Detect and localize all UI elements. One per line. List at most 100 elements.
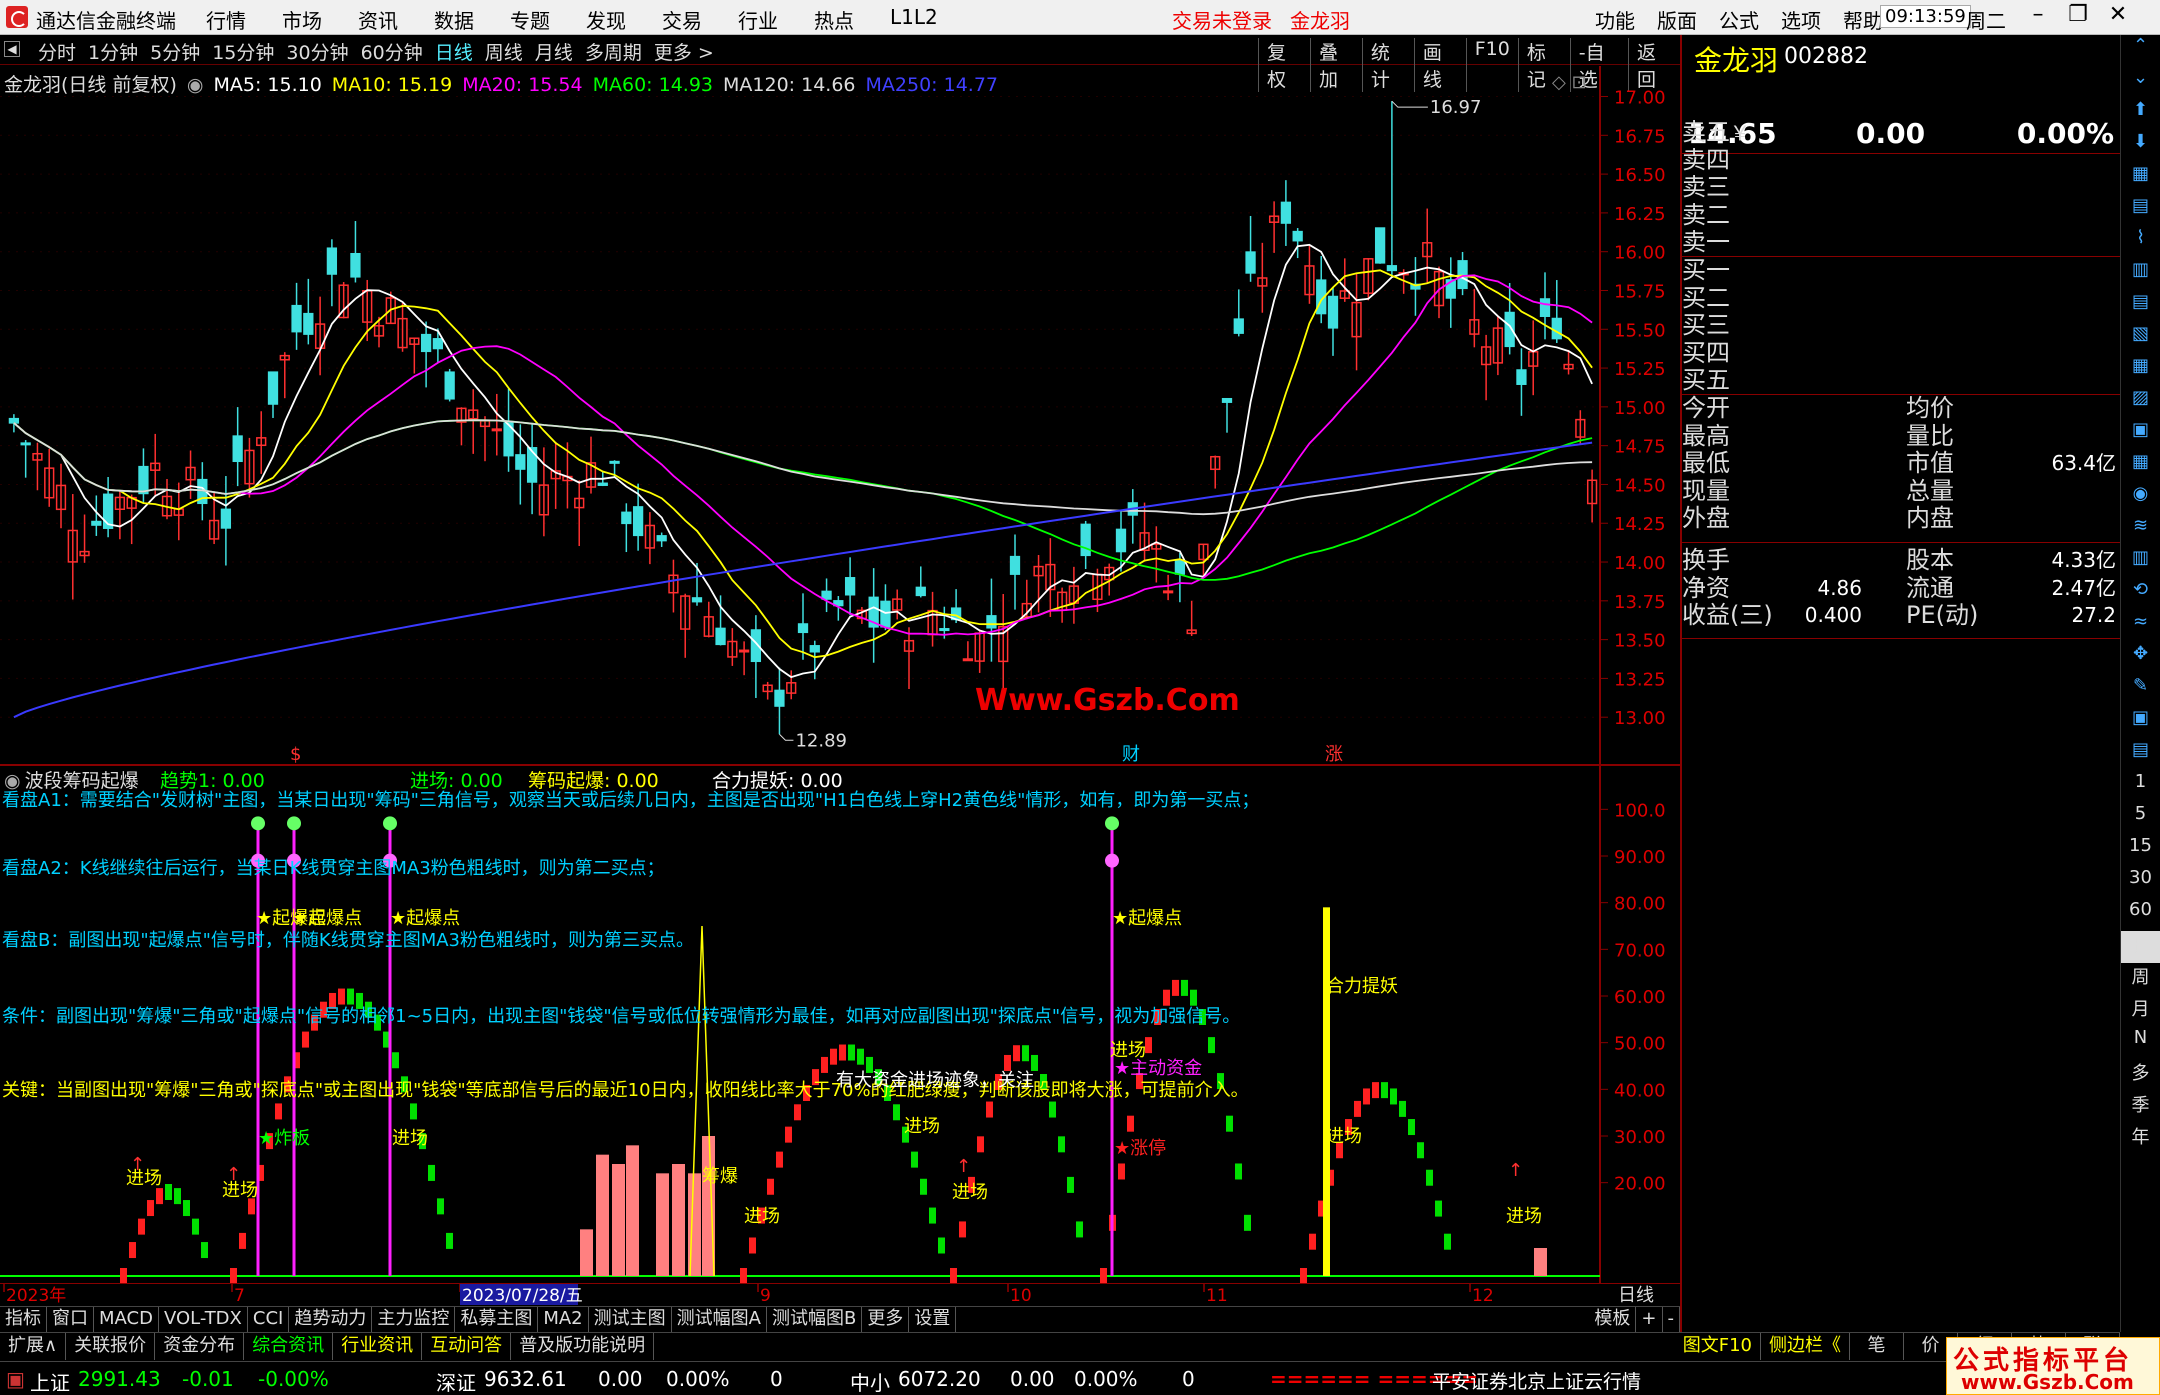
extend-tab-2[interactable]: 资金分布 bbox=[155, 1333, 245, 1360]
extend-tab-0[interactable]: 扩展∧ bbox=[0, 1333, 67, 1360]
event-marker[interactable]: $ bbox=[290, 744, 301, 765]
kline-svg[interactable]: 17.00 16.75 16.50 16.25 16.00 15.75 15.50 15.25… bbox=[0, 66, 1680, 765]
period-tab-1[interactable]: 1分钟 bbox=[88, 38, 138, 65]
side-tab-1[interactable]: 侧边栏《 bbox=[1761, 1333, 1850, 1360]
menu-item-8[interactable]: 热点 bbox=[814, 5, 854, 34]
side-tool-icon-17[interactable]: ⟲ bbox=[2121, 579, 2160, 611]
buy-level-3[interactable]: 买四 bbox=[1682, 339, 2120, 368]
event-marker[interactable]: 财 bbox=[1122, 744, 1140, 765]
side-period-6[interactable]: 周 bbox=[2121, 963, 2160, 995]
side-period-8[interactable]: N bbox=[2121, 1027, 2160, 1059]
indicator-settings-icon[interactable]: ◉ bbox=[4, 770, 21, 792]
menu-item-3[interactable]: 数据 bbox=[434, 5, 474, 34]
side-tool-icon-12[interactable]: ▣ bbox=[2121, 419, 2160, 451]
side-tool-icon-3[interactable]: ⬇ bbox=[2121, 131, 2160, 163]
close-icon[interactable]: ✕ bbox=[2098, 2, 2138, 27]
indicator-tab-0[interactable]: 指标 bbox=[0, 1307, 47, 1332]
menu-item-7[interactable]: 行业 bbox=[738, 5, 778, 34]
indicator-tab-2[interactable]: MACD bbox=[94, 1307, 159, 1332]
buy-level-2[interactable]: 买三 bbox=[1682, 311, 2120, 340]
indicator-tab-6[interactable]: 主力监控 bbox=[372, 1307, 456, 1332]
side-period-1[interactable]: 5 bbox=[2121, 803, 2160, 835]
indicator-svg[interactable]: 100.0 90.00 80.00 70.00 60.00 50.00 40.00 30.00… bbox=[0, 766, 1680, 1284]
menu-item-2[interactable]: 资讯 bbox=[358, 5, 398, 34]
menu-item-4[interactable]: 专题 bbox=[510, 5, 550, 34]
side-period-7[interactable]: 月 bbox=[2121, 995, 2160, 1027]
menu-item-6[interactable]: 交易 bbox=[662, 5, 702, 34]
side-tool-icon-16[interactable]: ▥ bbox=[2121, 547, 2160, 579]
event-marker[interactable]: 涨 bbox=[1325, 744, 1343, 765]
period-tab-3[interactable]: 15分钟 bbox=[212, 38, 274, 65]
right-menu-item-0[interactable]: 功能 bbox=[1595, 5, 1635, 34]
side-period-9[interactable]: 多 bbox=[2121, 1059, 2160, 1091]
template-ctrl-1[interactable]: + bbox=[1636, 1307, 1663, 1332]
pane-options-icon[interactable]: ◇ ⊡ bbox=[1552, 72, 1587, 93]
side-tool-icon-11[interactable]: ▨ bbox=[2121, 387, 2160, 419]
main-chart-name[interactable]: 金龙羽(日线 前复权) bbox=[4, 74, 177, 96]
period-tab-9[interactable]: 多周期 bbox=[585, 38, 642, 65]
side-period-5[interactable]: 日 bbox=[2121, 931, 2160, 963]
extend-tab-6[interactable]: 普及版功能说明 bbox=[511, 1333, 655, 1360]
menu-item-9[interactable]: L1L2 bbox=[890, 5, 938, 34]
ma-settings-icon[interactable]: ◉ bbox=[187, 74, 204, 96]
side-period-0[interactable]: 1 bbox=[2121, 771, 2160, 803]
extend-tab-5[interactable]: 互动问答 bbox=[422, 1333, 512, 1360]
sh-name[interactable]: 上证 bbox=[30, 1367, 70, 1395]
side-tool-icon-15[interactable]: ≋ bbox=[2121, 515, 2160, 547]
indicator-tab-5[interactable]: 趋势动力 bbox=[289, 1307, 373, 1332]
side-period-3[interactable]: 30 bbox=[2121, 867, 2160, 899]
side-tool-icon-10[interactable]: ▦ bbox=[2121, 355, 2160, 387]
extend-tab-3[interactable]: 综合资讯 bbox=[244, 1333, 334, 1360]
sell-level-3[interactable]: 卖二 bbox=[1682, 201, 2120, 230]
period-tab-10[interactable]: 更多 > bbox=[654, 38, 714, 65]
sell-level-2[interactable]: 卖三 bbox=[1682, 173, 2120, 202]
buy-level-0[interactable]: 买一 bbox=[1682, 256, 2120, 285]
period-tab-5[interactable]: 60分钟 bbox=[361, 38, 423, 65]
period-tab-0[interactable]: 分时 bbox=[38, 38, 76, 65]
indicator-tab-10[interactable]: 测试幅图A bbox=[672, 1307, 767, 1332]
side-tool-icon-20[interactable]: ✎ bbox=[2121, 675, 2160, 707]
side-tool-icon-1[interactable]: ⌄ bbox=[2121, 67, 2160, 99]
indicator-chart[interactable]: 100.0 90.00 80.00 70.00 60.00 50.00 40.00 30.00… bbox=[0, 766, 1680, 1284]
template-ctrl-2[interactable]: - bbox=[1663, 1307, 1680, 1332]
side-tool-icon-18[interactable]: ≈ bbox=[2121, 611, 2160, 643]
side-tool-icon-5[interactable]: ▤ bbox=[2121, 195, 2160, 227]
side-tool-icon-22[interactable]: ▤ bbox=[2121, 739, 2160, 771]
sell-level-0[interactable]: 卖五￥ bbox=[1682, 118, 2120, 147]
right-menu-item-1[interactable]: 版面 bbox=[1657, 5, 1697, 34]
side-tool-icon-0[interactable]: ⌃ bbox=[2121, 35, 2160, 67]
side-tool-icon-6[interactable]: ⌇ bbox=[2121, 227, 2160, 259]
right-menu-item-3[interactable]: 选项 bbox=[1781, 5, 1821, 34]
candles[interactable] bbox=[8, 101, 1598, 735]
indicator-tab-3[interactable]: VOL-TDX bbox=[159, 1307, 248, 1332]
menu-item-1[interactable]: 市场 bbox=[282, 5, 322, 34]
login-status[interactable]: 交易未登录 bbox=[1172, 5, 1272, 34]
sell-level-1[interactable]: 卖四 bbox=[1682, 146, 2120, 175]
indicator-tab-12[interactable]: 更多 bbox=[862, 1307, 910, 1332]
indicator-tab-13[interactable]: 设置 bbox=[909, 1307, 957, 1332]
template-ctrl-0[interactable]: 模板 bbox=[1589, 1307, 1637, 1332]
side-tool-icon-13[interactable]: ▦ bbox=[2121, 451, 2160, 483]
side-tool-icon-21[interactable]: ▣ bbox=[2121, 707, 2160, 739]
restore-icon[interactable]: ❐ bbox=[2058, 2, 2098, 27]
extend-tab-4[interactable]: 行业资讯 bbox=[333, 1333, 423, 1360]
period-tab-7[interactable]: 周线 bbox=[485, 38, 523, 65]
side-period-10[interactable]: 季 bbox=[2121, 1091, 2160, 1123]
main-kline-chart[interactable]: 17.00 16.75 16.50 16.25 16.00 15.75 15.50 15.25… bbox=[0, 66, 1680, 765]
period-tab-6[interactable]: 日线 bbox=[435, 38, 473, 65]
side-tab-0[interactable]: 图文F10 bbox=[1675, 1333, 1761, 1360]
broker-name[interactable]: 平安证券北京上证云行情 bbox=[1432, 1367, 1641, 1394]
side-period-2[interactable]: 15 bbox=[2121, 835, 2160, 867]
right-menu-item-4[interactable]: 帮助 bbox=[1843, 5, 1883, 34]
menu-item-5[interactable]: 发现 bbox=[586, 5, 626, 34]
period-tab-4[interactable]: 30分钟 bbox=[286, 38, 348, 65]
indicator-tab-7[interactable]: 私募主图 bbox=[455, 1307, 539, 1332]
indicator-tab-1[interactable]: 窗口 bbox=[47, 1307, 94, 1332]
indicator-name[interactable]: 波段筹码起爆 bbox=[25, 770, 139, 792]
period-tab-2[interactable]: 5分钟 bbox=[150, 38, 200, 65]
indicator-tab-4[interactable]: CCI bbox=[248, 1307, 290, 1332]
side-tool-icon-7[interactable]: ▥ bbox=[2121, 259, 2160, 291]
side-tool-icon-14[interactable]: ◉ bbox=[2121, 483, 2160, 515]
sz-name[interactable]: 深证 bbox=[436, 1367, 476, 1395]
side-tool-icon-9[interactable]: ▧ bbox=[2121, 323, 2160, 355]
